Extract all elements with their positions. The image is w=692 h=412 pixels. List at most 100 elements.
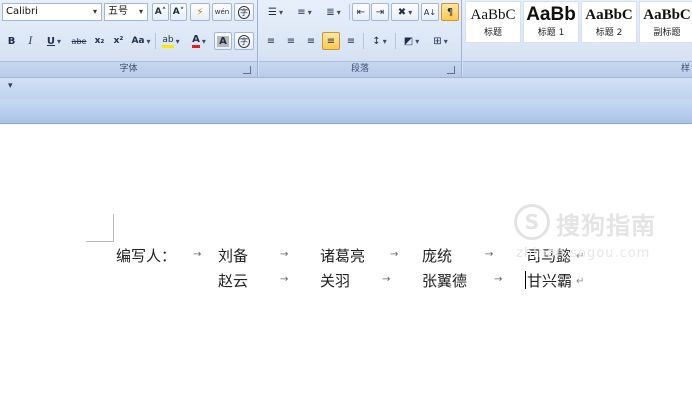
style-item-heading1[interactable]: AaBb 标题 1 [523, 1, 579, 43]
font-dialog-launcher-icon[interactable] [243, 66, 251, 74]
line-spacing-icon: ↕ [372, 35, 381, 47]
superscript-icon: x² [113, 36, 124, 46]
superscript-button[interactable]: x² [110, 32, 127, 50]
style-item-heading2[interactable]: AaBbC 标题 2 [581, 1, 637, 43]
shrink-font-button[interactable]: A˅ [170, 3, 187, 21]
chinese-layout-icon: ✖ [397, 6, 407, 18]
bold-button[interactable]: B [3, 32, 20, 50]
font-size-combo[interactable]: 五号 ▾ [104, 3, 148, 21]
char-shading-button[interactable]: A [214, 32, 232, 50]
paragraph-separator-3 [395, 33, 396, 49]
paragraph-group-footer: 段落 [259, 61, 461, 77]
margin-corner-vertical [113, 214, 114, 242]
underline-icon: U [46, 35, 56, 47]
italic-icon: I [28, 35, 33, 47]
underline-button[interactable]: U [41, 32, 67, 50]
style-sample-title: AaBbC [470, 7, 516, 23]
font-size-dropdown-icon[interactable]: ▾ [136, 5, 146, 19]
name-cell: 刘备 [218, 247, 249, 265]
justify-button[interactable]: ≡ [322, 32, 340, 50]
font-group: Calibri ▾ 五号 ▾ A˄ A˅ ⚡ wén 字 B I U abe x… [0, 0, 258, 77]
grow-font-button[interactable]: A˄ [152, 3, 169, 21]
phonetic-guide-icon: wén [214, 8, 230, 16]
distributed-button[interactable]: ≡ [342, 32, 360, 50]
bullets-icon: ☰ [268, 6, 277, 18]
bullets-button[interactable]: ☰ [262, 3, 289, 21]
style-item-title[interactable]: AaBbC 标题 [465, 1, 521, 43]
clear-format-button[interactable]: ⚡ [190, 3, 210, 21]
style-name-heading1: 标题 1 [537, 28, 565, 38]
ruler-band [0, 99, 692, 124]
watermark-logo-icon: S [514, 204, 550, 240]
align-left-button[interactable]: ≡ [262, 32, 280, 50]
font-color-button[interactable]: A [186, 32, 212, 50]
tab-mark-icon: → [382, 274, 391, 285]
watermark: S 搜狗指南 zhinan.sogou.com [514, 202, 674, 272]
quick-access-band: ▾ [0, 77, 692, 99]
style-sample-heading2: AaBbC [585, 7, 633, 23]
paragraph-separator [349, 4, 350, 20]
name-cell: 张翼德 [422, 272, 468, 290]
enclosed-char-button[interactable]: 字 [234, 32, 254, 50]
clear-format-icon: ⚡ [196, 6, 204, 18]
align-left-icon: ≡ [266, 35, 276, 47]
increase-indent-button[interactable]: ⇥ [371, 3, 389, 21]
watermark-url: zhinan.sogou.com [516, 246, 651, 261]
numbering-button[interactable]: ≡ [291, 3, 318, 21]
name-cell: 庞统 [422, 247, 453, 265]
subscript-button[interactable]: x₂ [91, 32, 108, 50]
text-cursor [525, 271, 526, 289]
font-name-value: Calibri [6, 6, 38, 17]
name-cell: 关羽 [320, 272, 351, 290]
decrease-indent-button[interactable]: ⇤ [352, 3, 370, 21]
shrink-font-icon: A˅ [172, 7, 185, 17]
font-color-icon: A [192, 34, 200, 48]
tab-mark-icon: → [485, 249, 494, 260]
phonetic-guide-button[interactable]: wén [212, 3, 232, 21]
shading-button[interactable]: ◩ [398, 32, 425, 50]
font-size-value: 五号 [108, 6, 128, 17]
change-case-button[interactable]: Aa [129, 32, 153, 50]
tab-mark-icon: → [193, 249, 202, 260]
highlight-button[interactable]: ab [158, 32, 184, 50]
styles-group: AaBbC 标题 AaBb 标题 1 AaBbC 标题 2 AaBbC 副标题 … [463, 0, 692, 77]
style-name-heading2: 标题 2 [595, 28, 623, 38]
font-group-footer: 字体 [0, 61, 257, 77]
enclose-char-button[interactable]: 字 [234, 3, 254, 21]
tab-mark-icon: → [280, 274, 289, 285]
decrease-indent-icon: ⇤ [356, 6, 366, 18]
enclosed-char-icon: 字 [238, 34, 250, 48]
style-item-subtitle[interactable]: AaBbC 副标题 [639, 1, 692, 43]
show-marks-button[interactable]: ¶ [441, 3, 459, 21]
font-name-dropdown-icon[interactable]: ▾ [90, 5, 100, 19]
customize-qat-dropdown-icon[interactable]: ▾ [8, 81, 13, 91]
justify-icon: ≡ [326, 35, 336, 47]
style-sample-subtitle: AaBbC [643, 7, 691, 23]
subscript-icon: x₂ [94, 36, 105, 46]
margin-corner-horizontal [86, 241, 114, 242]
italic-button[interactable]: I [22, 32, 39, 50]
styles-group-label: 样 [680, 64, 690, 74]
align-right-button[interactable]: ≡ [302, 32, 320, 50]
chinese-layout-button[interactable]: ✖ [391, 3, 419, 21]
style-name-title: 标题 [483, 28, 502, 38]
style-sample-heading1: AaBb [526, 4, 576, 25]
ribbon: Calibri ▾ 五号 ▾ A˄ A˅ ⚡ wén 字 B I U abe x… [0, 0, 692, 77]
center-icon: ≡ [286, 35, 296, 47]
tab-mark-icon: → [494, 274, 503, 285]
document-page[interactable]: 编写人： → 刘备 → 诸葛亮 → 庞统 → 司马懿 ↵ 赵云 → 关羽 → 张… [0, 124, 692, 412]
line-spacing-button[interactable]: ↕ [366, 32, 393, 50]
multilevel-list-button[interactable]: ≣ [320, 3, 347, 21]
paragraph-mark-icon: ↵ [576, 276, 585, 287]
paragraph-group: ☰ ≡ ≣ ⇤ ⇥ ✖ A↓ ¶ ≡ ≡ ≡ ≡ ≡ ↕ ◩ ⊞ 段落 [259, 0, 462, 77]
borders-button[interactable]: ⊞ [427, 32, 454, 50]
sort-button[interactable]: A↓ [421, 3, 439, 21]
borders-icon: ⊞ [433, 35, 442, 47]
shading-icon: ◩ [403, 35, 414, 47]
increase-indent-icon: ⇥ [375, 6, 385, 18]
style-name-subtitle: 副标题 [653, 28, 681, 38]
font-name-combo[interactable]: Calibri ▾ [2, 3, 102, 21]
center-button[interactable]: ≡ [282, 32, 300, 50]
paragraph-dialog-launcher-icon[interactable] [447, 66, 455, 74]
strikethrough-button[interactable]: abe [69, 32, 89, 50]
